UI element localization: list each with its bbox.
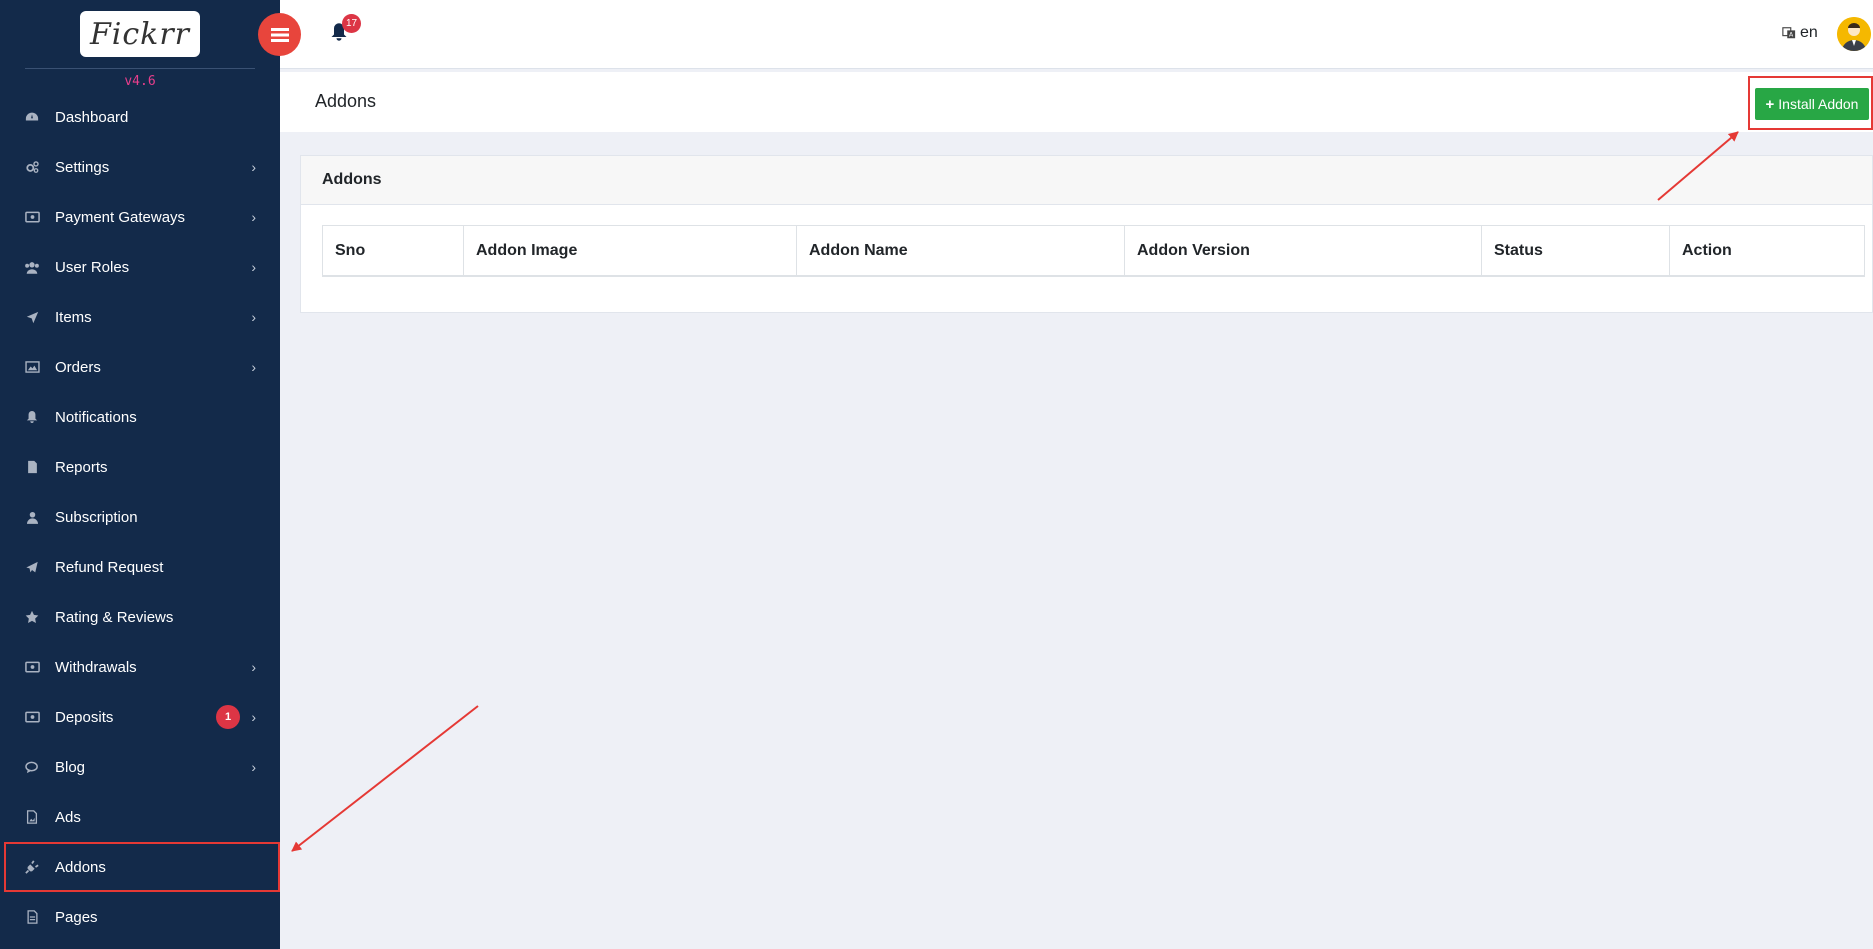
column-header-action[interactable]: Action <box>1670 226 1864 275</box>
user-avatar[interactable] <box>1837 17 1871 51</box>
sidebar-item-deposits[interactable]: Deposits 1 › <box>0 692 280 742</box>
sidebar-item-items[interactable]: Items › <box>0 292 280 342</box>
star-icon <box>24 609 40 625</box>
gears-icon <box>24 159 40 175</box>
sidebar-item-refund-request[interactable]: Refund Request <box>0 542 280 592</box>
column-header-addon-name[interactable]: Addon Name <box>797 226 1125 275</box>
image-icon <box>24 359 40 375</box>
sidebar-item-payment-gateways[interactable]: Payment Gateways › <box>0 192 280 242</box>
language-selector[interactable]: A en <box>1782 24 1818 42</box>
language-icon: A <box>1782 26 1796 40</box>
sidebar-item-label: Reports <box>55 459 108 476</box>
user-icon <box>24 509 40 525</box>
menu-toggle-button[interactable] <box>258 13 301 56</box>
dashboard-icon <box>24 109 40 125</box>
sidebar-item-label: Orders <box>55 359 101 376</box>
money-icon <box>24 659 40 675</box>
paper-plane-icon <box>24 559 40 575</box>
chevron-right-icon: › <box>251 309 256 325</box>
page-header: Addons <box>280 72 1873 132</box>
version-label: v4.6 <box>0 74 280 89</box>
sidebar: Fickrr v4.6 Dashboard Settings › Payment… <box>0 0 280 949</box>
sidebar-nav: Dashboard Settings › Payment Gateways › … <box>0 92 280 942</box>
bell-icon <box>24 409 40 425</box>
money-icon <box>24 709 40 725</box>
annotation-arrow-addons <box>292 706 478 851</box>
location-arrow-icon <box>24 309 40 325</box>
sidebar-item-label: Settings <box>55 159 109 176</box>
sidebar-item-label: Rating & Reviews <box>55 609 173 626</box>
image-file-icon <box>24 809 40 825</box>
sidebar-item-dashboard[interactable]: Dashboard <box>0 92 280 142</box>
sidebar-item-withdrawals[interactable]: Withdrawals › <box>0 642 280 692</box>
comments-icon <box>24 759 40 775</box>
sidebar-item-label: Pages <box>55 909 98 926</box>
avatar-icon <box>1837 17 1871 51</box>
money-icon <box>24 209 40 225</box>
sidebar-item-label: Notifications <box>55 409 137 426</box>
notification-count-badge: 17 <box>342 14 361 33</box>
sidebar-item-settings[interactable]: Settings › <box>0 142 280 192</box>
sidebar-item-label: Payment Gateways <box>55 209 185 226</box>
chevron-right-icon: › <box>251 709 256 725</box>
sidebar-item-label: Items <box>55 309 92 326</box>
logo-divider <box>25 68 255 69</box>
chevron-right-icon: › <box>251 759 256 775</box>
sidebar-item-blog[interactable]: Blog › <box>0 742 280 792</box>
install-addon-button[interactable]: + Install Addon <box>1755 88 1869 120</box>
file-icon <box>24 459 40 475</box>
sidebar-item-label: Addons <box>55 859 106 876</box>
sidebar-item-label: User Roles <box>55 259 129 276</box>
sidebar-item-subscription[interactable]: Subscription <box>0 492 280 542</box>
sidebar-item-reports[interactable]: Reports <box>0 442 280 492</box>
chevron-right-icon: › <box>251 209 256 225</box>
sidebar-item-user-roles[interactable]: User Roles › <box>0 242 280 292</box>
users-icon <box>24 259 40 275</box>
file-text-icon <box>24 909 40 925</box>
chevron-right-icon: › <box>251 659 256 675</box>
sidebar-item-pages[interactable]: Pages <box>0 892 280 942</box>
menu-icon <box>271 28 289 42</box>
install-addon-label: Install Addon <box>1778 96 1858 112</box>
sidebar-item-notifications[interactable]: Notifications <box>0 392 280 442</box>
chevron-right-icon: › <box>251 259 256 275</box>
sidebar-item-label: Dashboard <box>55 109 128 126</box>
sidebar-item-label: Deposits <box>55 709 113 726</box>
chevron-right-icon: › <box>251 359 256 375</box>
sidebar-item-label: Withdrawals <box>55 659 137 676</box>
brand-logo-text: Fickrr <box>90 17 190 52</box>
column-header-sno[interactable]: Sno <box>323 226 464 275</box>
deposits-count-badge: 1 <box>216 705 240 729</box>
brand-logo[interactable]: Fickrr <box>80 11 200 57</box>
sidebar-item-label: Blog <box>55 759 85 776</box>
chevron-right-icon: › <box>251 159 256 175</box>
sidebar-item-label: Subscription <box>55 509 138 526</box>
sidebar-item-label: Refund Request <box>55 559 163 576</box>
sidebar-item-addons[interactable]: Addons <box>4 842 280 892</box>
card-title: Addons <box>301 156 1872 205</box>
sidebar-item-label: Ads <box>55 809 81 826</box>
plus-icon: + <box>1766 96 1775 113</box>
page-title: Addons <box>315 91 376 112</box>
addons-card: Addons Sno Addon Image Addon Name Addon … <box>300 155 1873 313</box>
sidebar-item-ads[interactable]: Ads <box>0 792 280 842</box>
column-header-status[interactable]: Status <box>1482 226 1670 275</box>
language-label: en <box>1800 24 1818 42</box>
plug-icon <box>24 859 40 875</box>
annotation-arrows <box>0 0 1873 949</box>
sidebar-item-rating-reviews[interactable]: Rating & Reviews <box>0 592 280 642</box>
top-bar <box>280 0 1873 69</box>
addons-table: Sno Addon Image Addon Name Addon Version… <box>322 225 1865 277</box>
column-header-addon-image[interactable]: Addon Image <box>464 226 797 275</box>
column-header-addon-version[interactable]: Addon Version <box>1125 226 1482 275</box>
sidebar-item-orders[interactable]: Orders › <box>0 342 280 392</box>
